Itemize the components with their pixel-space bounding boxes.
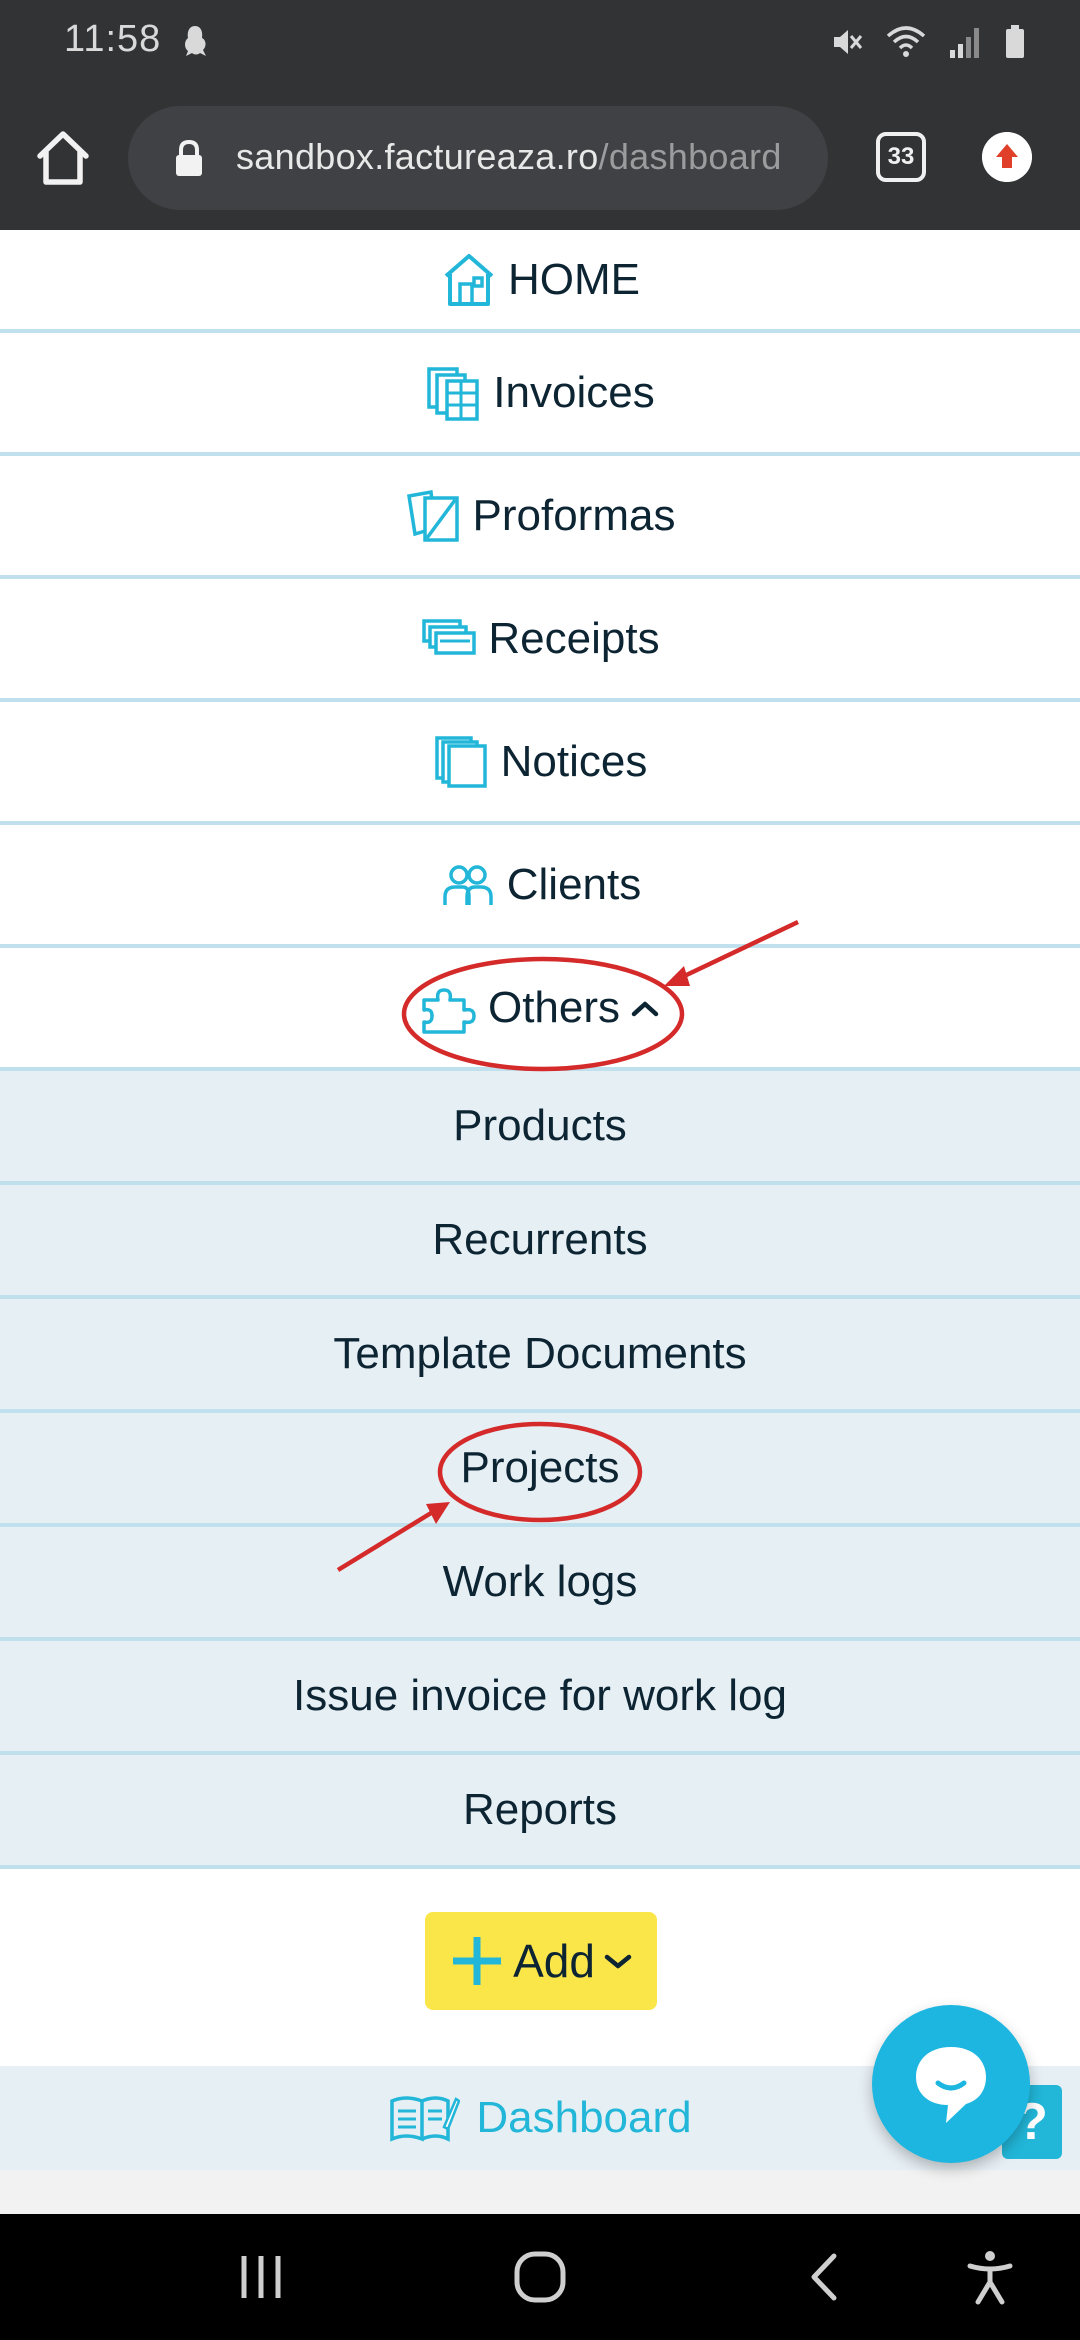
add-button[interactable]: Add: [425, 1912, 657, 2010]
menu-label-others: Others: [487, 982, 621, 1032]
dashboard-label: Dashboard: [476, 2093, 692, 2142]
menu-item-receipts[interactable]: Receipts: [0, 579, 1080, 702]
submenu-item-work-logs[interactable]: Work logs: [0, 1527, 1080, 1641]
back-icon[interactable]: [804, 2248, 844, 2306]
dashboard-book-icon: [390, 2096, 461, 2142]
page-bottom-strip: [0, 2170, 1080, 2214]
menu-label-notices: Notices: [500, 736, 648, 786]
lock-icon: [176, 139, 202, 176]
menu-label-home: HOME: [508, 254, 640, 304]
submenu-label-work-logs: Work logs: [442, 1557, 638, 1606]
submenu-label-template-documents: Template Documents: [333, 1329, 747, 1378]
menu-label-proformas: Proformas: [472, 490, 676, 540]
battery-icon: [1006, 25, 1024, 58]
menu-label-receipts: Receipts: [488, 613, 660, 663]
menu-item-proformas[interactable]: Proformas: [0, 456, 1080, 579]
invoices-icon: [427, 366, 480, 421]
submenu-label-reports: Reports: [462, 1785, 618, 1834]
submenu-label-products: Products: [453, 1101, 627, 1150]
home-circle-icon[interactable]: [512, 2248, 568, 2306]
tabs-count-button[interactable]: 33: [876, 132, 926, 182]
add-button-label: Add: [513, 1935, 595, 1987]
submenu-label-projects: Projects: [460, 1443, 620, 1492]
system-nav-bar: [0, 2214, 1080, 2340]
menu-item-notices[interactable]: Notices: [0, 702, 1080, 825]
submenu-item-products[interactable]: Products: [0, 1071, 1080, 1185]
url-path: /dashboard: [598, 136, 782, 177]
chat-button[interactable]: [872, 2005, 1030, 2163]
browser-toolbar: sandbox.factureaza.ro/dashboard 33: [0, 86, 1080, 230]
url-host: sandbox.factureaza.ro: [236, 136, 599, 177]
mute-icon: [834, 30, 863, 54]
status-icons: [828, 20, 1026, 64]
submenu-label-recurrents: Recurrents: [432, 1215, 648, 1264]
chevron-down-icon: [604, 1954, 632, 1969]
status-time: 11:58: [64, 18, 162, 60]
submenu-item-issue-invoice[interactable]: Issue invoice for work log: [0, 1641, 1080, 1755]
menu-label-invoices: Invoices: [493, 367, 655, 417]
menu-item-others[interactable]: Others: [0, 948, 1080, 1071]
home-icon[interactable]: [32, 126, 94, 190]
chevron-up-icon: [631, 1001, 659, 1016]
menu-label-clients: Clients: [506, 859, 642, 909]
notification-icon: [185, 26, 206, 56]
clients-icon: [443, 864, 493, 905]
others-toggle[interactable]: Others: [420, 980, 660, 1036]
menu-item-clients[interactable]: Clients: [0, 825, 1080, 948]
accessibility-icon[interactable]: [964, 2248, 1016, 2306]
submenu-item-template-documents[interactable]: Template Documents: [0, 1299, 1080, 1413]
plus-icon: [453, 1937, 502, 1985]
puzzle-icon: [422, 987, 476, 1034]
chat-bubble-icon: [916, 2047, 986, 2123]
status-bar: 11:58: [0, 0, 1080, 86]
submenu-item-projects[interactable]: Projects: [0, 1413, 1080, 1527]
recent-apps-icon[interactable]: [236, 2248, 286, 2306]
house-icon: [444, 253, 494, 306]
submenu-label-issue-invoice: Issue invoice for work log: [293, 1671, 787, 1720]
upload-arrow-icon[interactable]: [982, 132, 1032, 182]
url-text: sandbox.factureaza.ro/dashboard: [236, 136, 782, 178]
menu-item-home[interactable]: HOME: [0, 230, 1080, 333]
submenu-item-recurrents[interactable]: Recurrents: [0, 1185, 1080, 1299]
notices-icon: [434, 735, 487, 788]
submenu-item-reports[interactable]: Reports: [0, 1755, 1080, 1869]
wifi-icon: [886, 26, 926, 57]
address-bar[interactable]: sandbox.factureaza.ro/dashboard: [128, 106, 828, 210]
receipts-icon: [422, 618, 477, 655]
signal-icon: [950, 28, 979, 58]
main-menu: HOME Invoices Proformas Receipts Notices…: [0, 230, 1080, 1869]
menu-item-invoices[interactable]: Invoices: [0, 333, 1080, 456]
proformas-icon: [406, 489, 459, 542]
